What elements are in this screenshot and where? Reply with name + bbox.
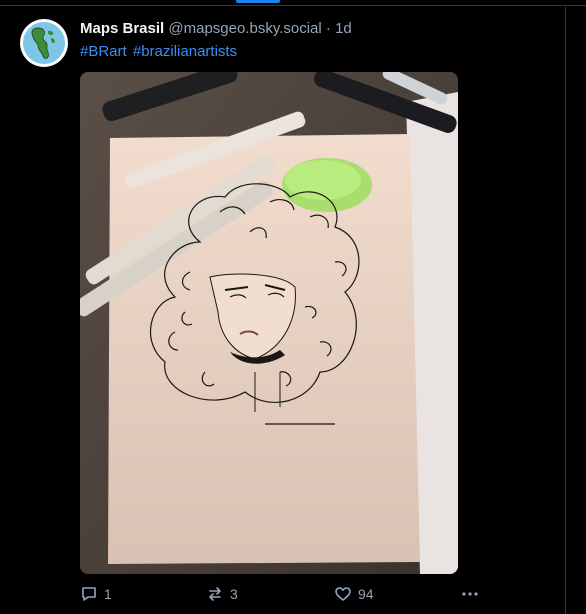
meta-separator: ·: [325, 20, 331, 37]
heart-icon: [335, 587, 351, 601]
post-card[interactable]: Maps Brasil @mapsgeo.bsky.social · 1d #B…: [0, 7, 566, 614]
like-button[interactable]: 94: [334, 585, 374, 603]
globe-avatar-icon: [21, 20, 67, 66]
hashtag-link[interactable]: #BRart: [80, 43, 127, 60]
like-count: 94: [358, 586, 374, 602]
post-actions: 1 3 94: [80, 585, 500, 605]
repost-icon: [209, 587, 221, 601]
more-options-button[interactable]: [460, 585, 480, 603]
author-handle[interactable]: @mapsgeo.bsky.social: [168, 20, 321, 37]
hashtag-link[interactable]: #brazilianartists: [133, 43, 237, 60]
repost-count: 3: [230, 586, 238, 602]
post-image[interactable]: [80, 72, 458, 574]
ellipsis-icon: [462, 592, 478, 596]
post-timestamp[interactable]: 1d: [335, 20, 352, 37]
active-tab-indicator: [236, 0, 280, 3]
post-header: Maps Brasil @mapsgeo.bsky.social · 1d: [80, 20, 352, 37]
avatar[interactable]: [20, 19, 68, 67]
top-nav-rule: [0, 0, 586, 6]
post-text: #BRart #brazilianartists: [80, 43, 239, 60]
artwork-photo-icon: [80, 72, 458, 574]
reply-bubble-icon: [82, 587, 96, 601]
reply-button[interactable]: 1: [80, 585, 112, 603]
reply-count: 1: [104, 586, 112, 602]
author-name[interactable]: Maps Brasil: [80, 20, 164, 37]
repost-button[interactable]: 3: [206, 585, 238, 603]
scrollbar-track[interactable]: [566, 7, 586, 614]
